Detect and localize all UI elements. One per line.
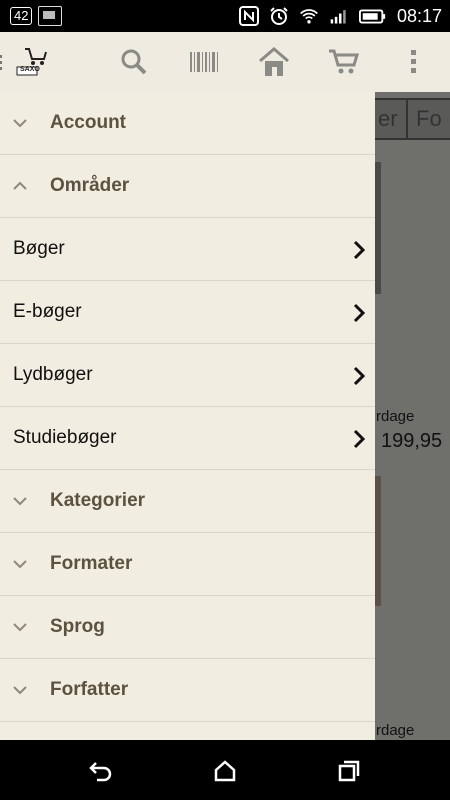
nfc-icon	[238, 6, 259, 26]
home-nav-icon	[214, 760, 236, 782]
status-time: 08:17	[396, 6, 442, 26]
section-label: Forfatter	[50, 679, 129, 700]
chevron-right-icon	[353, 240, 366, 260]
overflow-menu-icon[interactable]	[396, 44, 432, 80]
status-bar: 42 08:17	[0, 0, 450, 32]
search-icon[interactable]	[116, 44, 152, 80]
list-item-e-boger[interactable]: E-bøger	[0, 281, 375, 344]
category-chip[interactable]: Fo	[406, 98, 450, 140]
delivery-text: rdage	[376, 722, 415, 739]
battery-icon	[358, 9, 386, 24]
product-image[interactable]	[375, 162, 381, 294]
system-navigation-bar	[0, 740, 450, 800]
list-item-label: Lydbøger	[13, 364, 93, 385]
barcode-icon[interactable]	[186, 44, 222, 80]
section-omrader[interactable]: Områder	[0, 155, 375, 218]
section-label: Sprog	[50, 616, 105, 637]
list-item-label: E-bøger	[13, 301, 82, 322]
chevron-down-icon	[13, 623, 27, 632]
cart-icon[interactable]	[326, 44, 362, 80]
logo-text: SAXO	[20, 66, 40, 73]
home-icon[interactable]	[256, 44, 292, 80]
section-sprog[interactable]: Sprog	[0, 596, 375, 659]
back-button[interactable]	[86, 756, 116, 786]
section-label: Kategorier	[50, 490, 146, 511]
chevron-right-icon	[353, 366, 366, 386]
section-label: Account	[50, 112, 126, 133]
delivery-text: rdage	[376, 408, 415, 425]
list-item-label: Studiebøger	[13, 427, 117, 448]
saxo-logo[interactable]: SAXO	[14, 44, 56, 80]
notification-count-badge: 42	[10, 7, 33, 25]
section-label: Områder	[50, 175, 130, 196]
section-formater[interactable]: Formater	[0, 533, 375, 596]
signal-icon	[330, 10, 346, 24]
chevron-right-icon	[353, 303, 366, 323]
chevron-down-icon	[13, 497, 27, 506]
list-item-boger[interactable]: Bøger	[0, 218, 375, 281]
chevron-right-icon	[353, 429, 366, 449]
section-forfatter[interactable]: Forfatter	[0, 659, 375, 722]
chevron-down-icon	[13, 686, 27, 695]
chevron-down-icon	[13, 119, 27, 128]
product-price: 199,95	[381, 430, 443, 452]
chevron-down-icon	[13, 560, 27, 569]
home-button[interactable]	[210, 756, 240, 786]
chevron-up-icon	[13, 181, 27, 190]
list-item-studieboger[interactable]: Studiebøger	[0, 407, 375, 470]
recent-apps-icon	[338, 760, 360, 782]
section-label: Formater	[50, 553, 133, 574]
menu-icon[interactable]	[0, 44, 12, 80]
product-image[interactable]	[375, 476, 381, 606]
section-account[interactable]: Account	[0, 92, 375, 155]
wifi-icon	[300, 9, 318, 24]
app-toolbar: SAXO	[0, 32, 450, 92]
back-icon	[89, 762, 112, 782]
list-item-label: Bøger	[13, 238, 65, 259]
image-notification-icon	[38, 6, 63, 26]
list-item-lydboger[interactable]: Lydbøger	[0, 344, 375, 407]
navigation-drawer: Account Områder Bøger E-bøger Lydbøger S…	[0, 92, 375, 740]
alarm-icon	[270, 7, 288, 25]
section-kategorier[interactable]: Kategorier	[0, 470, 375, 533]
recent-apps-button[interactable]	[334, 756, 364, 786]
